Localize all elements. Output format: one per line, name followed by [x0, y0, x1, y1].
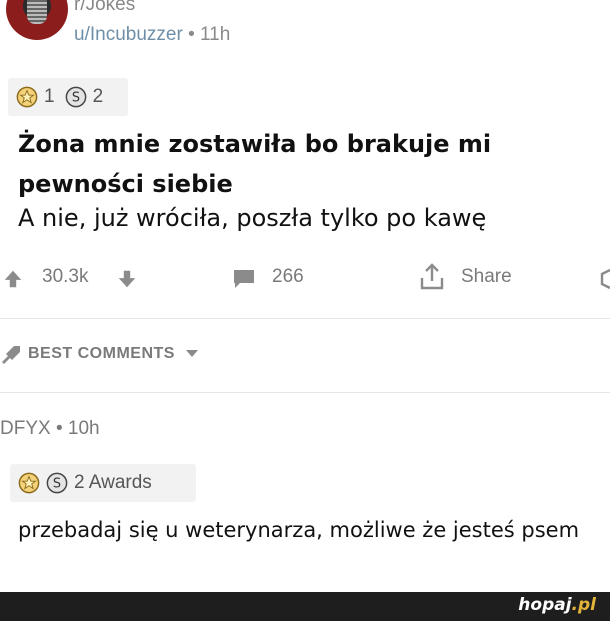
- separator-dot: •: [55, 418, 63, 439]
- comment-icon[interactable]: [232, 268, 256, 290]
- post-time: 11h: [200, 24, 231, 45]
- comment-body: przebadaj się u weterynarza, możliwe że …: [18, 518, 580, 542]
- post-awards[interactable]: 1 S 2: [8, 78, 128, 116]
- sort-dropdown[interactable]: BEST COMMENTS: [28, 345, 198, 363]
- author-link[interactable]: u/Incubuzzer: [74, 24, 183, 45]
- microphone-icon: [27, 0, 47, 24]
- separator-dot: •: [188, 24, 195, 45]
- award-count: 1: [44, 86, 55, 107]
- upvote-count: 30.3k: [42, 266, 89, 287]
- award-count: 2: [92, 86, 104, 107]
- rocket-icon: [2, 346, 20, 364]
- gold-award-icon: [18, 472, 40, 494]
- svg-text:S: S: [72, 91, 80, 106]
- downvote-icon[interactable]: [116, 268, 138, 290]
- footer-bar: hopaj.pl: [0, 592, 610, 621]
- comment-count: 266: [272, 266, 304, 287]
- divider: [0, 318, 610, 319]
- silver-award-icon: S: [65, 86, 86, 108]
- comment-time: 10h: [67, 418, 100, 439]
- logo-suffix: .pl: [571, 595, 596, 615]
- gold-award-icon: [16, 86, 38, 108]
- share-button[interactable]: Share: [461, 266, 512, 288]
- share-icon[interactable]: [418, 262, 446, 292]
- divider: [0, 392, 610, 393]
- comment-awards[interactable]: S 2 Awards: [10, 464, 196, 502]
- site-logo[interactable]: hopaj.pl: [518, 595, 596, 615]
- awards-label: 2 Awards: [74, 472, 152, 493]
- award-icon[interactable]: [598, 268, 610, 290]
- upvote-icon[interactable]: [2, 268, 24, 290]
- post-meta: u/Incubuzzer • 11h: [74, 24, 230, 46]
- comment-author[interactable]: DFYX: [0, 418, 51, 439]
- post-body: A nie, już wróciła, poszła tylko po kawę: [18, 204, 487, 232]
- chevron-down-icon: [185, 350, 198, 358]
- post-title: Żona mnie zostawiła bo brakuje mi pewnoś…: [18, 130, 492, 198]
- svg-text:S: S: [53, 477, 61, 492]
- post-actions: 30.3k 266 Share: [0, 258, 610, 298]
- logo-text: hopaj: [518, 595, 572, 615]
- subreddit-name[interactable]: r/Jokes: [74, 0, 135, 16]
- silver-award-icon: S: [46, 472, 68, 494]
- comment-meta: DFYX • 10h: [0, 418, 100, 440]
- sort-label: BEST COMMENTS: [28, 345, 175, 362]
